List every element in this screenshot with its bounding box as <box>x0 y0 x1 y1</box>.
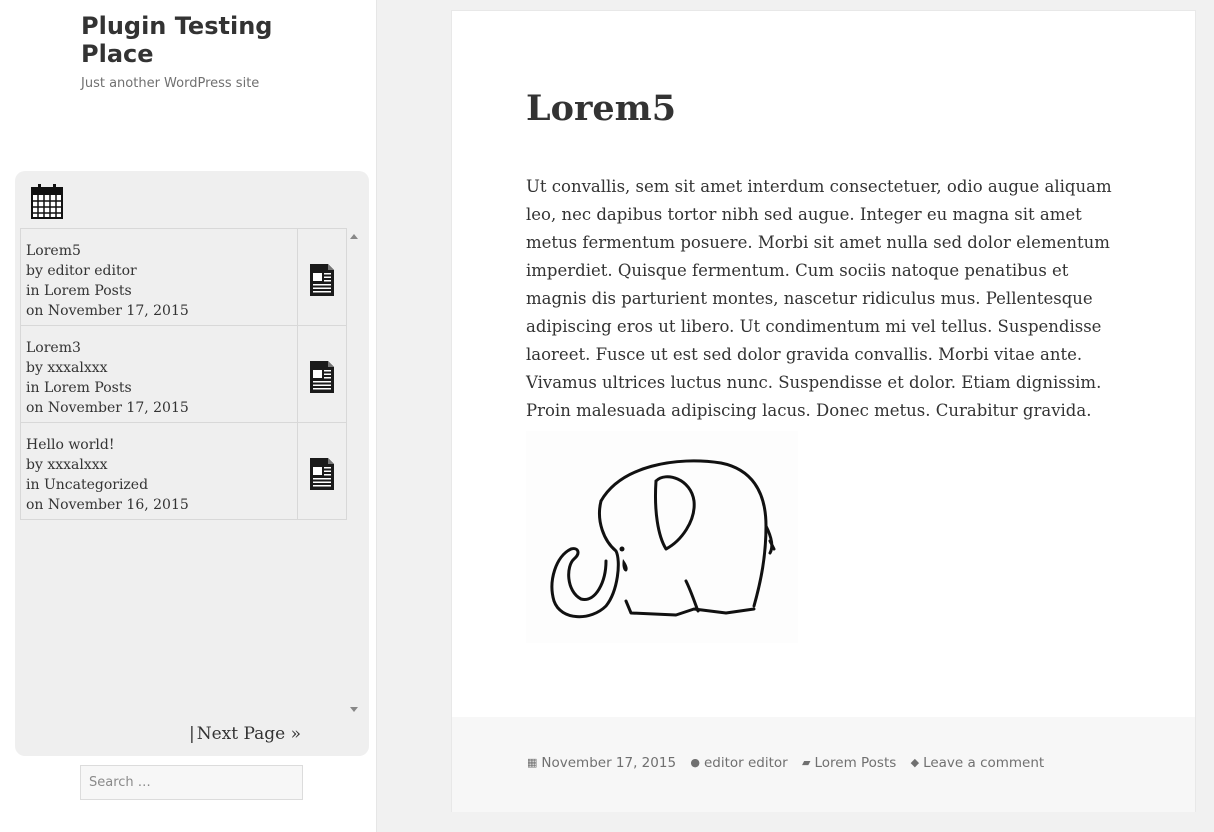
entry-meta: ▦ November 17, 2015 ● editor editor ▰ Lorem… <box>527 755 1054 771</box>
site-title[interactable]: Plugin Testing Place <box>81 12 341 68</box>
article: Lorem5 Ut convallis, sem sit amet interd… <box>451 10 1196 812</box>
list-item[interactable]: Hello world! by xxxalxxx in Uncategorize… <box>20 423 347 520</box>
document-icon[interactable] <box>309 360 335 394</box>
calendar-icon <box>31 184 63 219</box>
sidebar: Plugin Testing Place Just another WordPr… <box>0 0 377 832</box>
post-author: by xxxalxxx <box>26 360 108 376</box>
scroll-down-arrow-icon[interactable] <box>350 707 358 712</box>
entry-title: Lorem5 <box>526 88 677 129</box>
post-category: in Uncategorized <box>26 477 149 493</box>
post-date: on November 16, 2015 <box>26 497 189 513</box>
post-date-link[interactable]: November 17, 2015 <box>541 755 676 771</box>
search-input[interactable] <box>80 765 303 800</box>
recent-posts-widget: Lorem5 by editor editor in Lorem Posts o… <box>15 171 369 756</box>
folder-icon: ▰ <box>802 756 811 769</box>
post-category: in Lorem Posts <box>26 283 132 299</box>
post-title[interactable]: Lorem3 <box>26 338 291 358</box>
author-icon: ● <box>690 756 700 769</box>
entry-footer: ▦ November 17, 2015 ● editor editor ▰ Lorem… <box>452 717 1195 812</box>
document-icon[interactable] <box>309 263 335 297</box>
comment-icon: ◆ <box>910 756 920 769</box>
category-link[interactable]: Lorem Posts <box>814 755 896 771</box>
post-title[interactable]: Lorem5 <box>26 241 291 261</box>
widget-scrollbar[interactable] <box>347 228 361 718</box>
pager-separator: | <box>189 724 195 744</box>
post-author: by xxxalxxx <box>26 457 108 473</box>
post-title[interactable]: Hello world! <box>26 435 291 455</box>
next-page-link[interactable]: Next Page » <box>197 724 301 744</box>
calendar-small-icon: ▦ <box>527 756 538 769</box>
pagination: | Next Page » <box>189 724 301 744</box>
scroll-up-arrow-icon[interactable] <box>350 234 358 239</box>
author-link[interactable]: editor editor <box>704 755 788 771</box>
post-author: by editor editor <box>26 263 137 279</box>
entry-content: Ut convallis, sem sit amet interdum cons… <box>526 177 1112 420</box>
post-date: on November 17, 2015 <box>26 303 189 319</box>
list-item[interactable]: Lorem5 by editor editor in Lorem Posts o… <box>20 228 347 326</box>
post-date: on November 17, 2015 <box>26 400 189 416</box>
post-list: Lorem5 by editor editor in Lorem Posts o… <box>20 228 347 718</box>
leave-comment-link[interactable]: Leave a comment <box>923 755 1044 771</box>
post-category: in Lorem Posts <box>26 380 132 396</box>
site-description: Just another WordPress site <box>81 76 260 91</box>
list-item[interactable]: Lorem3 by xxxalxxx in Lorem Posts on Nov… <box>20 326 347 423</box>
elephant-image[interactable] <box>526 431 798 643</box>
document-icon[interactable] <box>309 457 335 491</box>
